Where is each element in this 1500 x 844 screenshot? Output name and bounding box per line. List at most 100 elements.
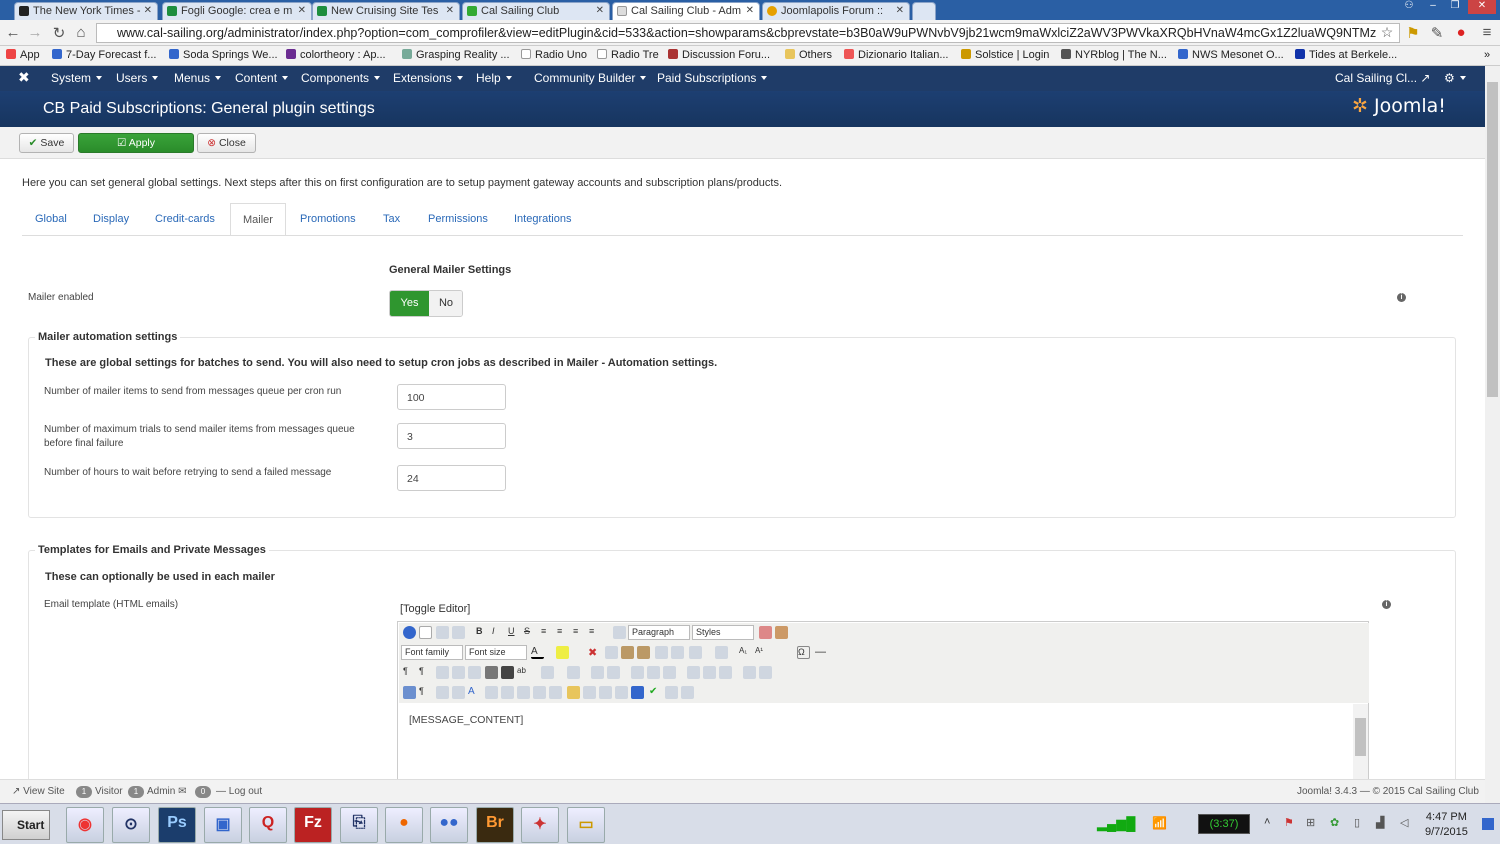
save-button[interactable]: ✔ Save xyxy=(19,133,74,153)
queue-items-input[interactable]: 100 xyxy=(397,384,506,410)
new-document-icon[interactable] xyxy=(419,626,432,639)
undo-icon[interactable] xyxy=(436,626,449,639)
close-icon[interactable]: ✕ xyxy=(446,5,454,16)
browser-tab-sheets[interactable]: Fogli Google: crea e m ✕ xyxy=(162,2,312,20)
max-trials-input[interactable]: 3 xyxy=(397,423,506,449)
tray-device-icon[interactable]: ▯ xyxy=(1354,816,1360,829)
system-clock[interactable]: 4:47 PM 9/7/2015 xyxy=(1425,810,1468,840)
special-char-icon[interactable]: Ω xyxy=(797,646,810,659)
user-icon[interactable]: ⚇ xyxy=(1398,0,1420,14)
outdent-icon[interactable] xyxy=(655,646,668,659)
menu-content[interactable]: Content xyxy=(235,71,289,85)
spellcheck-icon[interactable]: ✔ xyxy=(649,686,662,699)
table-cell-icon[interactable] xyxy=(607,666,620,679)
cut-icon[interactable]: ✖ xyxy=(588,646,601,659)
info-icon[interactable]: i xyxy=(1382,600,1391,609)
new-tab-button[interactable] xyxy=(912,2,936,20)
font-size-select[interactable]: Font size xyxy=(465,645,527,660)
fullscreen-icon[interactable] xyxy=(436,666,449,679)
site-link[interactable]: Cal Sailing Cl... ↗ xyxy=(1335,71,1430,85)
image-icon[interactable] xyxy=(567,686,580,699)
flickr-app-icon[interactable]: ●● xyxy=(430,807,468,843)
template-icon[interactable] xyxy=(665,686,678,699)
find-icon[interactable] xyxy=(501,666,514,679)
align-left-icon[interactable]: ≡ xyxy=(541,626,554,639)
menu-components[interactable]: Components xyxy=(301,71,381,85)
text-color-icon[interactable]: A xyxy=(531,646,544,659)
documents-app-icon[interactable]: ▣ xyxy=(204,807,242,843)
extension-icon[interactable]: ⚑ xyxy=(1404,24,1422,42)
tab-credit-cards[interactable]: Credit-cards xyxy=(155,213,215,225)
close-icon[interactable]: ✕ xyxy=(896,5,904,16)
cite-icon[interactable] xyxy=(517,686,530,699)
table-icon[interactable] xyxy=(541,666,554,679)
horizontal-rule-icon[interactable]: — xyxy=(815,646,828,659)
more-bookmarks-button[interactable]: » xyxy=(1484,49,1490,61)
help-icon[interactable] xyxy=(403,626,416,639)
indent-icon[interactable] xyxy=(671,646,684,659)
bookmark[interactable]: Grasping Reality ... xyxy=(402,49,510,61)
editor-scrollbar[interactable] xyxy=(1353,704,1368,780)
replace-icon[interactable]: ab xyxy=(517,666,530,679)
delete-element-icon[interactable] xyxy=(452,686,465,699)
adblock-icon[interactable]: ● xyxy=(1452,24,1470,41)
strikethrough-icon[interactable]: S xyxy=(524,626,537,639)
clear-formatting-icon[interactable] xyxy=(759,626,772,639)
subscript-icon[interactable]: A₁ xyxy=(739,646,752,659)
show-desktop-button[interactable] xyxy=(1482,818,1494,830)
italic-icon[interactable]: I xyxy=(492,626,505,639)
bookmark[interactable]: 7-Day Forecast f... xyxy=(52,49,156,61)
filezilla-app-icon[interactable]: Fz xyxy=(294,807,332,843)
table-cell-icon[interactable] xyxy=(591,666,604,679)
bookmark[interactable]: Radio Tre xyxy=(597,49,659,61)
eyedropper-icon[interactable]: ✎ xyxy=(1428,24,1446,42)
highlight-icon[interactable] xyxy=(556,646,569,659)
bookmark[interactable]: Tides at Berkele... xyxy=(1295,49,1397,61)
redo-icon[interactable] xyxy=(452,626,465,639)
apply-button[interactable]: ☑ Apply xyxy=(78,133,194,153)
close-button[interactable]: ⊗ Close xyxy=(197,133,256,153)
font-family-select[interactable]: Font family xyxy=(401,645,463,660)
forward-icon[interactable]: → xyxy=(26,24,44,41)
browser-tab-admin[interactable]: Cal Sailing Club - Adm ✕ xyxy=(612,2,760,20)
browser-tab-joomlapolis[interactable]: Joomlapolis Forum :: ✕ xyxy=(762,2,910,20)
bookmark[interactable]: colortheory : Ap... xyxy=(286,49,386,61)
bookmark[interactable]: Soda Springs We... xyxy=(169,49,278,61)
network-app-icon[interactable]: ⎘ xyxy=(340,807,378,843)
align-right-icon[interactable]: ≡ xyxy=(573,626,586,639)
window-close-icon[interactable]: ✕ xyxy=(1468,0,1496,14)
preview-icon[interactable] xyxy=(468,666,481,679)
paste-icon[interactable] xyxy=(621,646,634,659)
settings-gear-icon[interactable]: ⚙ xyxy=(1444,71,1466,85)
bookmark-star-icon[interactable]: ☆ xyxy=(1378,24,1396,41)
bookmark[interactable]: Radio Uno xyxy=(521,49,587,61)
security-app-icon[interactable]: ⊙ xyxy=(112,807,150,843)
puzzle-app-icon[interactable]: ✦ xyxy=(521,807,559,843)
q-app-icon[interactable]: Q xyxy=(249,807,287,843)
close-icon[interactable]: ✕ xyxy=(144,5,152,16)
no-option[interactable]: No xyxy=(429,291,462,316)
acronym-icon[interactable] xyxy=(501,686,514,699)
table-row-icon[interactable] xyxy=(567,666,580,679)
bold-icon[interactable]: B xyxy=(476,626,489,639)
code-icon[interactable] xyxy=(681,686,694,699)
bookmark-folder[interactable]: Others xyxy=(785,49,832,61)
start-button[interactable]: Start xyxy=(2,810,50,840)
tray-windows-icon[interactable]: ⊞ xyxy=(1306,816,1315,829)
close-icon[interactable]: ✕ xyxy=(596,5,604,16)
home-icon[interactable]: ⌂ xyxy=(72,24,90,41)
table-row-icon[interactable] xyxy=(647,666,660,679)
tab-permissions[interactable]: Permissions xyxy=(428,213,488,225)
tab-mailer[interactable]: Mailer xyxy=(230,203,286,236)
align-center-icon[interactable]: ≡ xyxy=(557,626,570,639)
insert-element-icon[interactable] xyxy=(436,686,449,699)
tab-integrations[interactable]: Integrations xyxy=(514,213,571,225)
del-icon[interactable] xyxy=(549,686,562,699)
close-icon[interactable]: ✕ xyxy=(298,5,306,16)
retry-hours-input[interactable]: 24 xyxy=(397,465,506,491)
tray-flag-icon[interactable]: ⚑ xyxy=(1284,816,1294,829)
table-row-icon[interactable] xyxy=(631,666,644,679)
reload-icon[interactable]: ↻ xyxy=(50,24,68,42)
copy-icon[interactable] xyxy=(605,646,618,659)
view-site-link[interactable]: ↗ View Site xyxy=(12,786,65,797)
